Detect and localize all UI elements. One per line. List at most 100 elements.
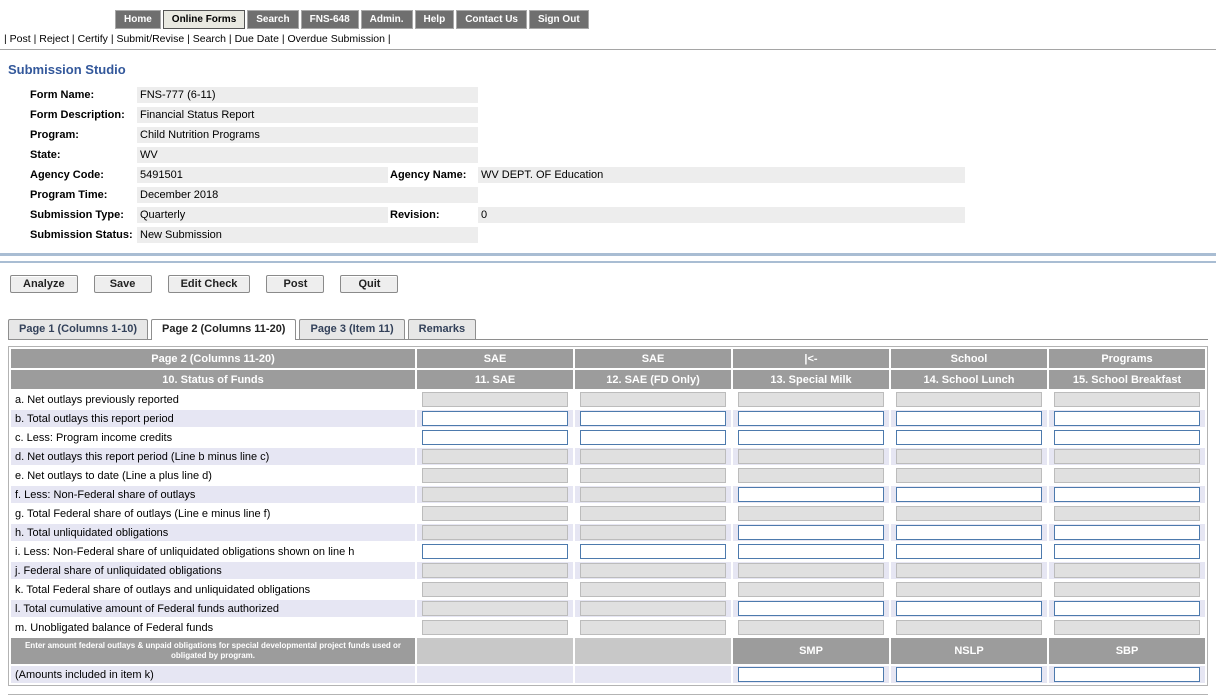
nav-item-admin[interactable]: Admin. [361, 10, 413, 29]
form-info-row: Agency Code:5491501Agency Name:WV DEPT. … [30, 167, 1216, 183]
field-value-agency-name: WV DEPT. OF Education [478, 167, 965, 183]
nav-item-search[interactable]: Search [247, 10, 298, 29]
input-a-col12 [580, 392, 727, 407]
input-k-col12 [580, 582, 727, 597]
input-f-col13[interactable] [738, 487, 885, 502]
separator: | [385, 33, 391, 45]
input-amounts-col15[interactable] [1054, 667, 1201, 682]
input-b-col11[interactable] [422, 411, 569, 426]
table-cell [733, 429, 889, 446]
table-cell [891, 524, 1047, 541]
action-reject[interactable]: Reject [39, 33, 69, 45]
form-info-row: Submission Status:New Submission [30, 227, 1216, 243]
input-h-col13[interactable] [738, 525, 885, 540]
field-label-submission-type: Submission Type: [30, 209, 137, 221]
input-c-col15[interactable] [1054, 430, 1201, 445]
input-l-col11 [422, 601, 569, 616]
input-amounts-col13[interactable] [738, 667, 885, 682]
input-i-col15[interactable] [1054, 544, 1201, 559]
group-header-0: Page 2 (Columns 11-20) [11, 349, 415, 368]
row-label-j: j. Federal share of unliquidated obligat… [11, 562, 415, 579]
input-a-col11 [422, 392, 569, 407]
group-header-3: |<- [733, 349, 889, 368]
row-label-d: d. Net outlays this report period (Line … [11, 448, 415, 465]
input-j-col13 [738, 563, 885, 578]
table-cell [891, 562, 1047, 579]
quit-button[interactable]: Quit [340, 275, 398, 293]
input-i-col11[interactable] [422, 544, 569, 559]
special-header-nslp: NSLP [891, 638, 1047, 664]
analyze-button[interactable]: Analyze [10, 275, 78, 293]
input-h-col15[interactable] [1054, 525, 1201, 540]
input-l-col15[interactable] [1054, 601, 1201, 616]
table-cell [733, 600, 889, 617]
save-button[interactable]: Save [94, 275, 152, 293]
input-l-col14[interactable] [896, 601, 1043, 616]
edit-check-button[interactable]: Edit Check [168, 275, 251, 293]
nav-item-fns-648[interactable]: FNS-648 [301, 10, 359, 29]
table-cell [891, 581, 1047, 598]
special-header-empty-1 [575, 638, 731, 664]
input-d-col13 [738, 449, 885, 464]
input-b-col15[interactable] [1054, 411, 1201, 426]
table-cell [1049, 562, 1205, 579]
action-search[interactable]: Search [193, 33, 226, 45]
field-value-program: Child Nutrition Programs [137, 127, 478, 143]
action-submit-revise[interactable]: Submit/Revise [116, 33, 184, 45]
input-amounts-col14[interactable] [896, 667, 1043, 682]
nav-item-sign-out[interactable]: Sign Out [529, 10, 589, 29]
tab-page-3-item-11[interactable]: Page 3 (Item 11) [299, 319, 404, 339]
input-b-col12[interactable] [580, 411, 727, 426]
input-i-col13[interactable] [738, 544, 885, 559]
input-c-col14[interactable] [896, 430, 1043, 445]
field-value-submission-type: Quarterly [137, 207, 388, 223]
input-l-col13[interactable] [738, 601, 885, 616]
input-i-col14[interactable] [896, 544, 1043, 559]
field-label-program-time: Program Time: [30, 189, 137, 201]
row-label-g: g. Total Federal share of outlays (Line … [11, 505, 415, 522]
input-f-col14[interactable] [896, 487, 1043, 502]
input-h-col14[interactable] [896, 525, 1043, 540]
form-info-row: Form Description:Financial Status Report [30, 107, 1216, 123]
tab-page-1-columns-1-10[interactable]: Page 1 (Columns 1-10) [8, 319, 148, 339]
form-info-row: Program:Child Nutrition Programs [30, 127, 1216, 143]
tab-page-2-columns-11-20[interactable]: Page 2 (Columns 11-20) [151, 319, 297, 340]
row-label-m: m. Unobligated balance of Federal funds [11, 619, 415, 636]
table-cell [417, 666, 573, 683]
form-info-row: Form Name:FNS-777 (6-11) [30, 87, 1216, 103]
divider-bottom [0, 261, 1216, 263]
post-button[interactable]: Post [266, 275, 324, 293]
input-m-col12 [580, 620, 727, 635]
action-certify[interactable]: Certify [78, 33, 108, 45]
nav-item-help[interactable]: Help [415, 10, 455, 29]
nav-item-contact-us[interactable]: Contact Us [456, 10, 527, 29]
nav-item-online-forms[interactable]: Online Forms [163, 10, 245, 29]
column-header-1: 11. SAE [417, 370, 573, 389]
action-overdue-submission[interactable]: Overdue Submission [288, 33, 385, 45]
nav-item-home[interactable]: Home [115, 10, 161, 29]
input-c-col12[interactable] [580, 430, 727, 445]
table-cell [1049, 581, 1205, 598]
input-i-col12[interactable] [580, 544, 727, 559]
row-label-k: k. Total Federal share of outlays and un… [11, 581, 415, 598]
table-cell [1049, 600, 1205, 617]
action-due-date[interactable]: Due Date [235, 33, 279, 45]
input-c-col13[interactable] [738, 430, 885, 445]
action-post[interactable]: Post [10, 33, 31, 45]
table-cell [1049, 524, 1205, 541]
divider-top [0, 253, 1216, 256]
table-cell [417, 619, 573, 636]
table-cell [417, 524, 573, 541]
input-c-col11[interactable] [422, 430, 569, 445]
input-f-col15[interactable] [1054, 487, 1201, 502]
input-b-col14[interactable] [896, 411, 1043, 426]
table-row: d. Net outlays this report period (Line … [11, 448, 1205, 465]
input-b-col13[interactable] [738, 411, 885, 426]
row-label-h: h. Total unliquidated obligations [11, 524, 415, 541]
row-label-amounts: (Amounts included in item k) [11, 666, 415, 683]
table-row: c. Less: Program income credits [11, 429, 1205, 446]
separator: | [31, 33, 40, 45]
row-label-l: l. Total cumulative amount of Federal fu… [11, 600, 415, 617]
field-value-form-description: Financial Status Report [137, 107, 478, 123]
tab-remarks[interactable]: Remarks [408, 319, 476, 339]
